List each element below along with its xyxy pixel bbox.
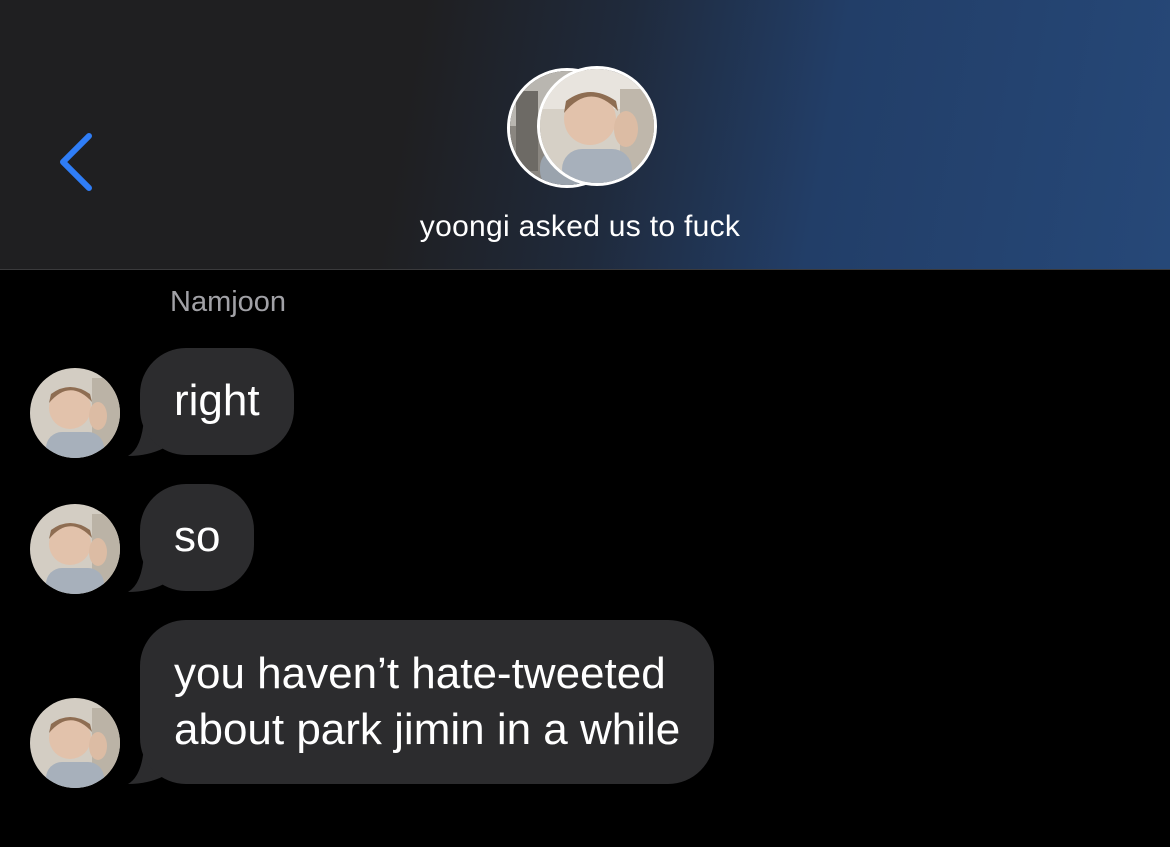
- sender-avatar[interactable]: [30, 504, 120, 594]
- message-bubble[interactable]: right: [140, 348, 294, 455]
- message-bubble[interactable]: you haven’t hate-tweeted about park jimi…: [140, 620, 715, 784]
- message-text: so: [174, 512, 221, 561]
- message-text: right: [174, 376, 260, 425]
- group-avatar[interactable]: [505, 66, 665, 194]
- messages-screen: yoongi asked us to fuck Namjoon right so…: [0, 0, 1170, 847]
- member-avatar: [537, 66, 657, 186]
- chevron-left-icon: [60, 133, 92, 191]
- sender-avatar[interactable]: [30, 368, 120, 458]
- back-button[interactable]: [40, 120, 110, 204]
- sender-name: Namjoon: [170, 286, 287, 318]
- message-bubble[interactable]: so: [140, 484, 255, 591]
- sender-avatar[interactable]: [30, 698, 120, 788]
- conversation-title[interactable]: yoongi asked us to fuck: [0, 210, 1160, 244]
- message-text-line: you haven’t hate-tweeted: [174, 649, 666, 698]
- message-text-line: about park jimin in a while: [174, 705, 681, 754]
- conversation-header: yoongi asked us to fuck: [0, 0, 1170, 270]
